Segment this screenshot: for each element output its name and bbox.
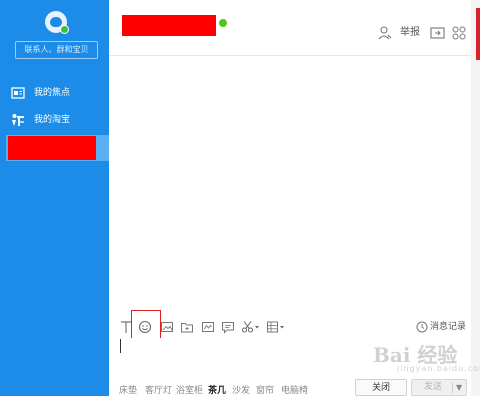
tag-item[interactable]: 床垫 xyxy=(119,383,137,396)
user-add-icon xyxy=(378,25,394,41)
tag-item[interactable]: 窗帘 xyxy=(256,383,274,396)
emoji-highlight-box xyxy=(131,310,161,340)
add-contact-button[interactable] xyxy=(378,25,394,41)
chat-bubble-icon[interactable] xyxy=(221,320,235,334)
tag-item[interactable]: 电脑椅 xyxy=(281,383,308,396)
report-button[interactable]: 举报 xyxy=(400,25,424,41)
side-accent-bar xyxy=(476,8,480,60)
grid-icon xyxy=(452,25,468,41)
sidebar-item-taobao[interactable]: 我的淘宝 xyxy=(11,111,106,129)
screenshot-icon[interactable] xyxy=(201,320,215,334)
sidebar-item-label: 我的淘宝 xyxy=(34,115,71,125)
scissors-icon[interactable] xyxy=(241,320,261,334)
clock-icon xyxy=(416,320,428,334)
redacted-contact-title xyxy=(122,15,216,36)
folder-transfer-icon xyxy=(430,25,446,41)
tag-item[interactable]: 沙发 xyxy=(232,383,250,396)
tag-item[interactable]: 茶几 xyxy=(208,383,226,396)
redacted-contact-name xyxy=(8,136,96,160)
send-label: 发送 xyxy=(424,382,443,392)
contact-search-input[interactable]: 联系人、群和宝贝 xyxy=(15,41,98,59)
watermark-url: jingyan.baidu.com xyxy=(397,364,480,373)
apps-button[interactable] xyxy=(452,25,468,41)
send-options-dropdown[interactable]: ▼ xyxy=(456,380,462,395)
image-icon[interactable] xyxy=(160,320,174,334)
sidebar-item-label: 我的焦点 xyxy=(34,88,71,98)
watermark: Bai 经验 jingyan.baidu.com xyxy=(353,335,480,377)
tag-item[interactable]: 客厅灯 xyxy=(145,383,172,396)
sidebar-item-focus[interactable]: 我的焦点 xyxy=(11,84,106,102)
avatar[interactable] xyxy=(45,11,69,34)
transfer-button[interactable] xyxy=(430,25,446,41)
send-button[interactable]: 发送 ▼ xyxy=(411,379,467,396)
text-caret xyxy=(120,339,121,353)
table-icon[interactable] xyxy=(266,320,286,334)
send-divider xyxy=(452,382,453,393)
close-button[interactable]: 关闭 xyxy=(355,379,407,396)
history-label: 消息记录 xyxy=(430,322,467,332)
history-button[interactable]: 消息记录 xyxy=(416,320,474,334)
sidebar: 联系人、群和宝贝 我的焦点 我的淘宝 xyxy=(0,0,109,396)
focus-icon xyxy=(11,86,25,100)
chat-message-area[interactable] xyxy=(109,56,471,316)
taobao-icon xyxy=(11,113,25,127)
online-status-dot xyxy=(60,25,69,34)
tag-item[interactable]: 浴室柜 xyxy=(176,383,203,396)
online-status-icon xyxy=(219,19,227,27)
folder-icon[interactable] xyxy=(180,320,194,334)
